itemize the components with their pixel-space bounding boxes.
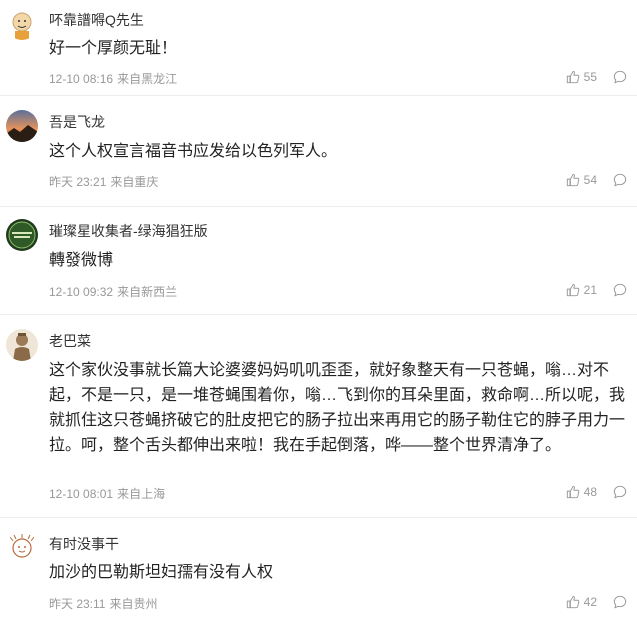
comment-bubble-icon [613,485,627,499]
username[interactable]: 吥靠譜嘚Q先生 [49,10,144,30]
reply-button[interactable] [613,283,627,297]
avatar[interactable] [6,532,38,564]
avatar[interactable] [6,219,38,251]
comment-actions: 55 [566,70,627,84]
reply-button[interactable] [613,173,627,187]
comment-meta: 12-10 08:01 来自上海 [49,485,165,502]
comment-meta: 昨天 23:11 来自贵州 [49,595,158,612]
comment-text: 好一个厚颜无耻！ [49,40,178,57]
dark-green-badge-avatar [6,219,38,251]
comment-location: 来自贵州 [109,597,158,611]
comment-meta: 昨天 23:21 来自重庆 [49,173,158,190]
like-button[interactable]: 48 [566,485,597,499]
like-button[interactable]: 55 [566,70,597,84]
comment-text: 轉發微博 [49,252,114,269]
comment-text: 这个家伙没事就长篇大论婆婆妈妈叽叽歪歪，就好象整天有一只苍蝇，嗡…对不起，不是一… [49,362,626,454]
comment-time: 12-10 08:01 [49,487,114,501]
comment-bubble-icon [613,70,627,84]
comment-time: 12-10 09:32 [49,285,114,299]
comment-actions: 54 [566,173,627,187]
comment-item: 吥靠譜嘚Q先生 好一个厚颜无耻！ 12-10 08:16 来自黑龙江 55 [0,0,637,96]
thumbs-up-icon [566,485,579,499]
comment-bubble-icon [613,173,627,187]
username[interactable]: 有时没事干 [49,534,119,554]
like-count: 48 [583,485,597,499]
comment-actions: 21 [566,283,627,297]
reply-button[interactable] [613,485,627,499]
like-count: 21 [583,283,597,297]
reply-button[interactable] [613,595,627,609]
comment-actions: 42 [566,595,627,609]
avatar[interactable] [6,8,38,40]
thumbs-up-icon [566,70,579,84]
comment-item: 璀璨星收集者-绿海猖狂版 轉發微博 12-10 09:32 来自新西兰 21 [0,207,637,315]
comment-location: 来自黑龙江 [117,72,178,86]
reply-button[interactable] [613,70,627,84]
username[interactable]: 璀璨星收集者-绿海猖狂版 [49,221,208,241]
comment-time: 昨天 23:11 [49,597,106,611]
comment-actions: 48 [566,485,627,499]
comment-time: 昨天 23:21 [49,175,107,189]
like-count: 55 [583,70,597,84]
comment-time: 12-10 08:16 [49,72,114,86]
comment-location: 来自新西兰 [117,285,178,299]
avatar[interactable] [6,110,38,142]
comment-meta: 12-10 08:16 来自黑龙江 [49,70,177,87]
thumbs-up-icon [566,595,579,609]
doodle-face-avatar [6,532,38,564]
like-button[interactable]: 21 [566,283,597,297]
like-count: 42 [583,595,597,609]
comment-text: 加沙的巴勒斯坦妇孺有没有人权 [49,564,274,581]
comment-item: 老巴菜 这个家伙没事就长篇大论婆婆妈妈叽叽歪歪，就好象整天有一只苍蝇，嗡…对不起… [0,315,637,518]
comment-meta: 12-10 09:32 来自新西兰 [49,283,177,300]
like-count: 54 [583,173,597,187]
cartoon-bald-avatar [6,8,38,40]
thumbs-up-icon [566,173,579,187]
like-button[interactable]: 54 [566,173,597,187]
comment-item: 有时没事干 加沙的巴勒斯坦妇孺有没有人权 昨天 23:11 来自贵州 42 [0,518,637,631]
avatar[interactable] [6,329,38,361]
comment-location: 来自上海 [117,487,166,501]
comment-item: 吾是飞龙 这个人权宣言福音书应发给以色列军人。 昨天 23:21 来自重庆 54 [0,96,637,207]
username[interactable]: 老巴菜 [49,331,91,351]
comment-text: 这个人权宣言福音书应发给以色列军人。 [49,143,338,160]
comment-bubble-icon [613,595,627,609]
thumbs-up-icon [566,283,579,297]
comment-location: 来自重庆 [110,175,159,189]
terracotta-warrior-avatar [6,329,38,361]
username[interactable]: 吾是飞龙 [49,112,105,132]
like-button[interactable]: 42 [566,595,597,609]
sunset-photo-avatar [6,110,38,142]
comment-bubble-icon [613,283,627,297]
